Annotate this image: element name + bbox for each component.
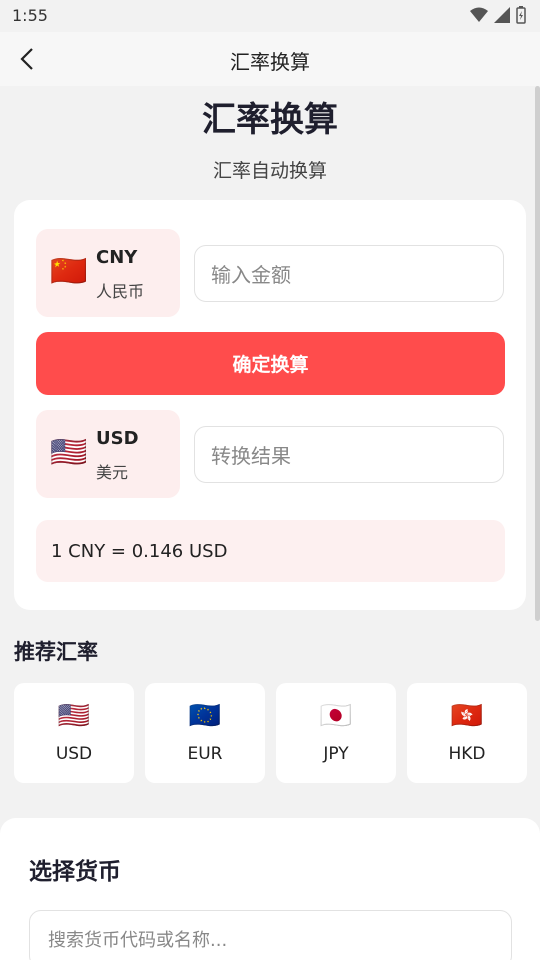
from-currency-name: 人民币 bbox=[96, 282, 145, 301]
result-field[interactable]: 转换结果 bbox=[194, 426, 504, 483]
to-currency-code: USD bbox=[96, 428, 139, 449]
recommended-item-code: HKD bbox=[448, 744, 486, 764]
recommended-item-jpy[interactable]: 🇯🇵 JPY bbox=[276, 683, 396, 783]
recommended-item-eur[interactable]: 🇪🇺 EUR bbox=[145, 683, 265, 783]
sheet-title: 选择货币 bbox=[29, 859, 121, 885]
amount-input-placeholder: 输入金额 bbox=[211, 263, 291, 287]
app-bar-title: 汇率换算 bbox=[230, 50, 310, 74]
to-currency-selector[interactable]: 🇺🇸 USD 美元 bbox=[36, 410, 180, 498]
us-flag-icon: 🇺🇸 bbox=[50, 435, 88, 470]
amount-input[interactable]: 输入金额 bbox=[194, 245, 504, 302]
signal-icon bbox=[494, 7, 510, 23]
app-bar: 汇率换算 bbox=[0, 32, 540, 86]
converter-card: 🇨🇳 CNY 人民币 输入金额 确定换算 🇺🇸 USD 美元 转换结果 1 CN… bbox=[14, 200, 526, 610]
exchange-rate-display: 1 CNY = 0.146 USD bbox=[36, 520, 505, 582]
result-field-placeholder: 转换结果 bbox=[211, 444, 291, 468]
recommended-item-usd[interactable]: 🇺🇸 USD bbox=[14, 683, 134, 783]
wifi-icon bbox=[470, 7, 488, 22]
currency-search-input[interactable]: 搜索货币代码或名称... bbox=[29, 910, 512, 960]
recommended-item-hkd[interactable]: 🇭🇰 HKD bbox=[407, 683, 527, 783]
battery-icon bbox=[516, 6, 526, 24]
eu-flag-icon: 🇪🇺 bbox=[188, 701, 222, 731]
currency-picker-sheet: 选择货币 搜索货币代码或名称... bbox=[0, 818, 540, 960]
page-subtitle: 汇率自动换算 bbox=[212, 160, 327, 182]
hong-kong-flag-icon: 🇭🇰 bbox=[450, 701, 484, 731]
from-currency-code: CNY bbox=[96, 247, 138, 268]
from-currency-selector[interactable]: 🇨🇳 CNY 人民币 bbox=[36, 229, 180, 317]
status-bar: 1:55 bbox=[0, 0, 540, 32]
japan-flag-icon: 🇯🇵 bbox=[319, 701, 353, 731]
page-title: 汇率换算 bbox=[202, 100, 338, 140]
to-currency-name: 美元 bbox=[96, 463, 129, 482]
us-flag-icon: 🇺🇸 bbox=[57, 701, 91, 731]
status-icons bbox=[470, 6, 526, 24]
recommended-item-code: EUR bbox=[187, 744, 223, 764]
china-flag-icon: 🇨🇳 bbox=[50, 254, 88, 289]
recommended-rates-list: 🇺🇸 USD 🇪🇺 EUR 🇯🇵 JPY 🇭🇰 HKD bbox=[14, 683, 527, 783]
status-time: 1:55 bbox=[12, 6, 48, 25]
currency-search-placeholder: 搜索货币代码或名称... bbox=[48, 930, 228, 951]
recommended-item-code: USD bbox=[55, 744, 93, 764]
recommended-item-code: JPY bbox=[323, 744, 349, 764]
convert-button[interactable]: 确定换算 bbox=[36, 332, 505, 395]
recommended-rates-title: 推荐汇率 bbox=[14, 640, 98, 664]
